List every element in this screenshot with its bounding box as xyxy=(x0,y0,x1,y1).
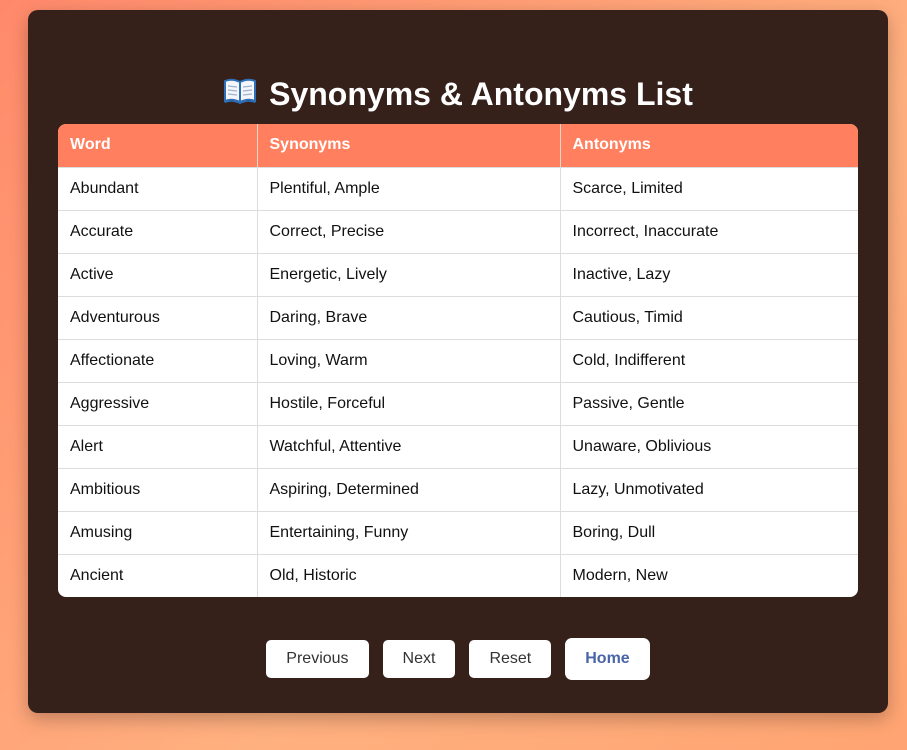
page-title-text: Synonyms & Antonyms List xyxy=(269,76,693,112)
word-cell: Affectionate xyxy=(58,338,258,382)
home-button[interactable]: Home xyxy=(565,638,650,680)
main-card: Synonyms & Antonyms List Word Synonyms A… xyxy=(28,10,888,713)
page-title: Synonyms & Antonyms List xyxy=(28,72,888,119)
table-row: Alert Watchful, Attentive Unaware, Obliv… xyxy=(58,424,858,468)
synonyms-cell: Correct, Precise xyxy=(257,209,561,253)
antonyms-cell: Cautious, Timid xyxy=(560,295,858,339)
synonyms-cell: Old, Historic xyxy=(257,553,561,597)
synonyms-cell: Watchful, Attentive xyxy=(257,424,561,468)
table-row: Accurate Correct, Precise Incorrect, Ina… xyxy=(58,209,858,253)
word-cell: Abundant xyxy=(58,166,258,210)
antonyms-cell: Unaware, Oblivious xyxy=(560,424,858,468)
table-row: Affectionate Loving, Warm Cold, Indiffer… xyxy=(58,338,858,382)
antonyms-cell: Inactive, Lazy xyxy=(560,252,858,296)
synonyms-cell: Daring, Brave xyxy=(257,295,561,339)
word-cell: Ancient xyxy=(58,553,258,597)
word-cell: Accurate xyxy=(58,209,258,253)
antonyms-cell: Incorrect, Inaccurate xyxy=(560,209,858,253)
word-cell: Active xyxy=(58,252,258,296)
antonyms-cell: Passive, Gentle xyxy=(560,381,858,425)
synonyms-cell: Loving, Warm xyxy=(257,338,561,382)
synonyms-cell: Energetic, Lively xyxy=(257,252,561,296)
synonyms-cell: Plentiful, Ample xyxy=(257,166,561,210)
table-row: Abundant Plentiful, Ample Scarce, Limite… xyxy=(58,166,858,210)
table-header-row: Word Synonyms Antonyms xyxy=(58,124,858,167)
table-row: Ancient Old, Historic Modern, New xyxy=(58,553,858,597)
open-book-icon xyxy=(223,72,257,116)
antonyms-cell: Cold, Indifferent xyxy=(560,338,858,382)
synonyms-cell: Hostile, Forceful xyxy=(257,381,561,425)
next-button[interactable]: Next xyxy=(382,640,456,678)
synonyms-cell: Aspiring, Determined xyxy=(257,467,561,511)
column-header-synonyms: Synonyms xyxy=(257,124,561,167)
word-table: Word Synonyms Antonyms Abundant Plentifu… xyxy=(58,124,858,597)
word-cell: Alert xyxy=(58,424,258,468)
word-cell: Aggressive xyxy=(58,381,258,425)
antonyms-cell: Lazy, Unmotivated xyxy=(560,467,858,511)
antonyms-cell: Boring, Dull xyxy=(560,510,858,554)
word-cell: Ambitious xyxy=(58,467,258,511)
antonyms-cell: Modern, New xyxy=(560,553,858,597)
table-row: Amusing Entertaining, Funny Boring, Dull xyxy=(58,510,858,554)
antonyms-cell: Scarce, Limited xyxy=(560,166,858,210)
word-table-container: Word Synonyms Antonyms Abundant Plentifu… xyxy=(58,124,858,597)
column-header-antonyms: Antonyms xyxy=(560,124,858,167)
word-cell: Adventurous xyxy=(58,295,258,339)
table-row: Ambitious Aspiring, Determined Lazy, Unm… xyxy=(58,467,858,511)
column-header-word: Word xyxy=(58,124,258,167)
table-row: Aggressive Hostile, Forceful Passive, Ge… xyxy=(58,381,858,425)
synonyms-cell: Entertaining, Funny xyxy=(257,510,561,554)
table-row: Active Energetic, Lively Inactive, Lazy xyxy=(58,252,858,296)
previous-button[interactable]: Previous xyxy=(266,640,369,678)
word-cell: Amusing xyxy=(58,510,258,554)
reset-button[interactable]: Reset xyxy=(469,640,552,678)
pagination-controls: Previous Next Reset Home xyxy=(28,638,888,680)
table-row: Adventurous Daring, Brave Cautious, Timi… xyxy=(58,295,858,339)
